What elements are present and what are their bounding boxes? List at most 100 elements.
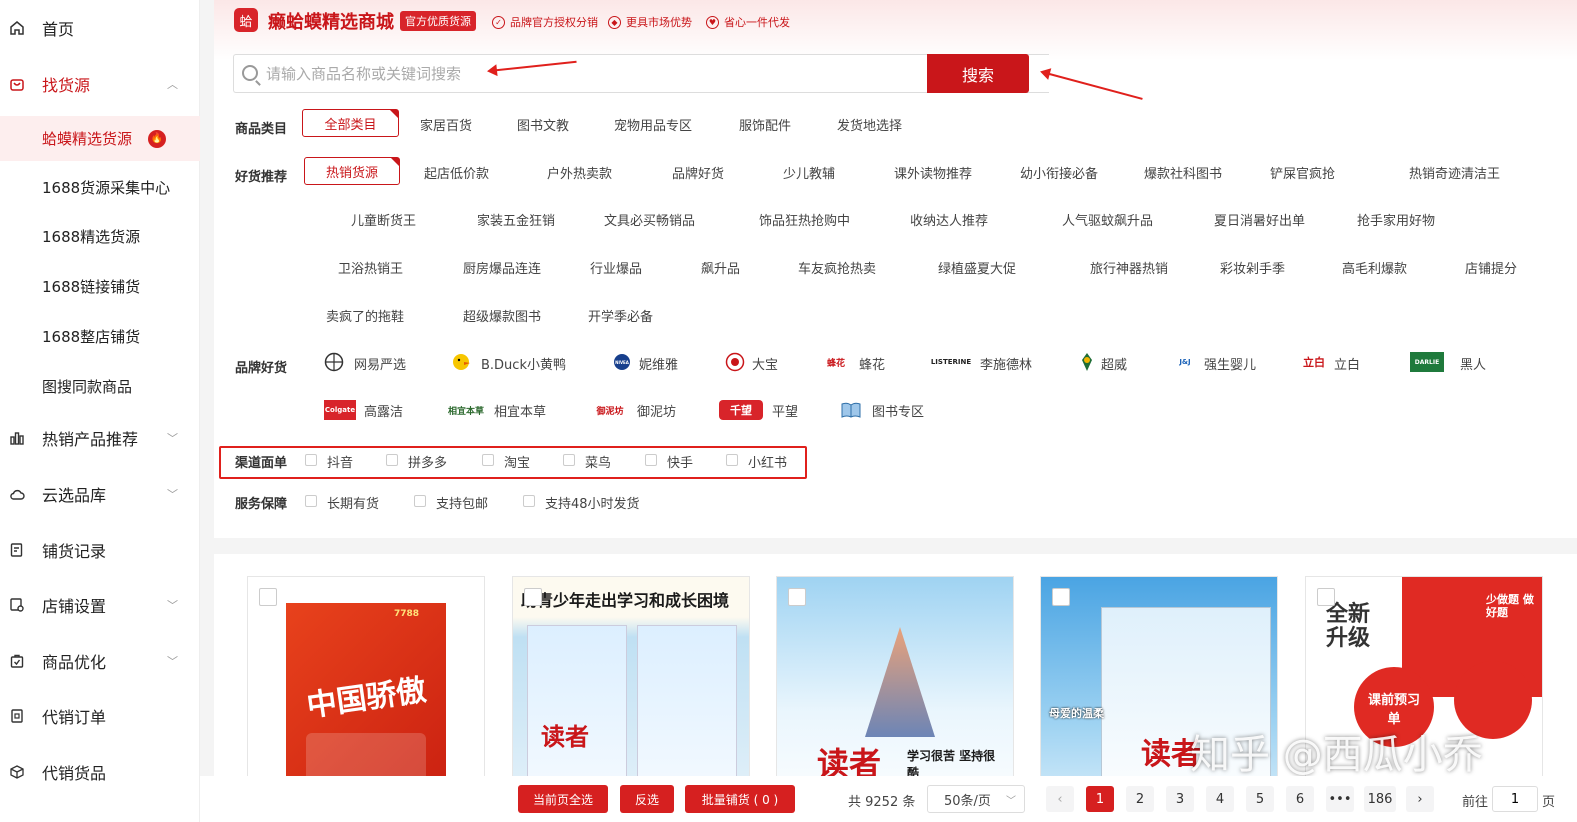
page-button[interactable]: 186	[1364, 786, 1396, 812]
invert-selection-button[interactable]: 反选	[620, 785, 674, 813]
search-button[interactable]: 搜索	[927, 54, 1029, 93]
recommend-chip[interactable]: 幼小衔接必备	[1020, 163, 1098, 182]
channel-checkbox-xiaohongshu[interactable]	[726, 454, 738, 466]
page-button[interactable]: 5	[1246, 786, 1274, 812]
recommend-chip[interactable]: 卖疯了的拖鞋	[326, 306, 404, 325]
brand-chip[interactable]: 立白	[1334, 354, 1360, 373]
nav-sub-image-search[interactable]: 图搜同款商品	[0, 366, 200, 406]
page-button[interactable]: 2	[1126, 786, 1154, 812]
recommend-chip[interactable]: 文具必买畅销品	[604, 210, 695, 229]
recommend-chip[interactable]: 彩妆剁手季	[1220, 258, 1285, 277]
brand-chip[interactable]: 黑人	[1460, 354, 1486, 373]
category-ship-from[interactable]: 发货地选择	[837, 115, 902, 134]
chevron-down-icon: ﹀	[167, 655, 178, 668]
page-button[interactable]: 3	[1166, 786, 1194, 812]
category-books[interactable]: 图书文教	[517, 115, 569, 134]
channel-checkbox-cainiao[interactable]	[563, 454, 575, 466]
page-button[interactable]: 1	[1086, 786, 1114, 812]
page-size-select[interactable]: 50条/页 ﹀	[927, 785, 1025, 813]
next-page-button[interactable]: ›	[1406, 786, 1434, 812]
more-pages-button[interactable]: •••	[1326, 786, 1354, 812]
recommend-chip[interactable]: 超级爆款图书	[463, 306, 541, 325]
recommend-chip[interactable]: 铲屎官疯抢	[1270, 163, 1335, 182]
recommend-chip[interactable]: 开学季必备	[588, 306, 653, 325]
recommend-chip[interactable]: 热销奇迹清洁王	[1409, 163, 1500, 182]
category-home[interactable]: 家居百货	[420, 115, 472, 134]
recommend-hot[interactable]: 热销货源	[304, 157, 400, 185]
recommend-chip[interactable]: 车友疯抢热卖	[798, 258, 876, 277]
recommend-chip[interactable]: 行业爆品	[590, 258, 642, 277]
brand-chip[interactable]: 网易严选	[354, 354, 406, 373]
page-button[interactable]: 4	[1206, 786, 1234, 812]
search-input[interactable]	[266, 55, 1036, 92]
brand-chip[interactable]: 妮维雅	[639, 354, 678, 373]
nav-product-optimize[interactable]: 商品优化 ﹀	[0, 641, 200, 681]
channel-checkbox-kuaishou[interactable]	[645, 454, 657, 466]
brand-chip[interactable]: 相宜本草	[494, 401, 546, 420]
recommend-chip[interactable]: 起店低价款	[424, 163, 489, 182]
recommend-chip[interactable]: 夏日消暑好出单	[1214, 210, 1305, 229]
service-checkbox-48h[interactable]	[523, 495, 535, 507]
brand-chip[interactable]: 蜂花	[859, 354, 885, 373]
nav-sub-1688-selected[interactable]: 1688精选货源	[0, 216, 200, 256]
nav-store-settings[interactable]: 店铺设置 ﹀	[0, 585, 200, 625]
product-checkbox[interactable]	[1052, 588, 1070, 606]
recommend-chip[interactable]: 抢手家用好物	[1357, 210, 1435, 229]
service-checkbox-free-shipping[interactable]	[414, 495, 426, 507]
recommend-chip[interactable]: 少儿教辅	[783, 163, 835, 182]
product-checkbox[interactable]	[788, 588, 806, 606]
category-apparel[interactable]: 服饰配件	[739, 115, 791, 134]
batch-list-button[interactable]: 批量铺货 ( 0 )	[685, 785, 795, 813]
nav-home[interactable]: 首页	[0, 8, 200, 48]
recommend-chip[interactable]: 高毛利爆款	[1342, 258, 1407, 277]
recommend-chip[interactable]: 课外读物推荐	[894, 163, 972, 182]
recommend-chip[interactable]: 绿植盛夏大促	[938, 258, 1016, 277]
brand-chip[interactable]: 御泥坊	[637, 401, 676, 420]
recommend-chip[interactable]: 卫浴热销王	[338, 258, 403, 277]
nav-consign-goods[interactable]: 代销货品	[0, 752, 200, 792]
recommend-chip[interactable]: 品牌好货	[672, 163, 724, 182]
recommend-chip[interactable]: 店铺提分	[1465, 258, 1517, 277]
category-all[interactable]: 全部类目	[302, 109, 399, 137]
recommend-chip[interactable]: 爆款社科图书	[1144, 163, 1222, 182]
nav-cloud-library[interactable]: 云选品库 ﹀	[0, 474, 200, 514]
recommend-chip[interactable]: 户外热卖款	[547, 163, 612, 182]
product-checkbox[interactable]	[1317, 588, 1335, 606]
brand-chip[interactable]: 大宝	[752, 354, 778, 373]
channel-checkbox-taobao[interactable]	[482, 454, 494, 466]
recommend-chip[interactable]: 收纳达人推荐	[910, 210, 988, 229]
service-checkbox-stock[interactable]	[305, 495, 317, 507]
nav-find-source[interactable]: 找货源 ︿	[0, 64, 200, 104]
category-pets[interactable]: 宠物用品专区	[614, 115, 692, 134]
brand-chip[interactable]: 李施德林	[980, 354, 1032, 373]
channel-checkbox-douyin[interactable]	[305, 454, 317, 466]
product-checkbox[interactable]	[259, 588, 277, 606]
recommend-chip[interactable]: 厨房爆品连连	[463, 258, 541, 277]
nav-sub-hama-source[interactable]: 蛤蟆精选货源 🔥	[0, 116, 200, 161]
recommend-chip[interactable]: 飙升品	[701, 258, 740, 277]
nav-hot-products[interactable]: 热销产品推荐 ﹀	[0, 418, 200, 458]
prev-page-button[interactable]: ‹	[1046, 786, 1074, 812]
nav-sub-1688-store[interactable]: 1688整店铺货	[0, 316, 200, 356]
nav-sub-1688-collect[interactable]: 1688货源采集中心	[0, 167, 200, 207]
nav-consign-orders[interactable]: 代销订单	[0, 696, 200, 736]
page-button[interactable]: 6	[1286, 786, 1314, 812]
brand-chip[interactable]: 图书专区	[872, 401, 924, 420]
brand-chip[interactable]: 高露洁	[364, 401, 403, 420]
recommend-chip[interactable]: 人气驱蚊飙升品	[1062, 210, 1153, 229]
brand-chip[interactable]: B.Duck小黄鸭	[481, 354, 566, 373]
recommend-chip[interactable]: 旅行神器热销	[1090, 258, 1168, 277]
recommend-chip[interactable]: 儿童断货王	[351, 210, 416, 229]
nav-sub-1688-link[interactable]: 1688链接铺货	[0, 266, 200, 306]
nav-listing-records[interactable]: 铺货记录	[0, 530, 200, 570]
benefit-text: 更具市场优势	[626, 16, 692, 29]
goto-page-input[interactable]	[1492, 786, 1538, 812]
brand-chip[interactable]: 平望	[772, 401, 798, 420]
brand-chip[interactable]: 强生婴儿	[1204, 354, 1256, 373]
recommend-chip[interactable]: 饰品狂热抢购中	[759, 210, 850, 229]
select-page-button[interactable]: 当前页全选	[518, 785, 608, 813]
recommend-chip[interactable]: 家装五金狂销	[477, 210, 555, 229]
product-checkbox[interactable]	[524, 588, 542, 606]
channel-checkbox-pdd[interactable]	[386, 454, 398, 466]
brand-chip[interactable]: 超威	[1101, 354, 1127, 373]
